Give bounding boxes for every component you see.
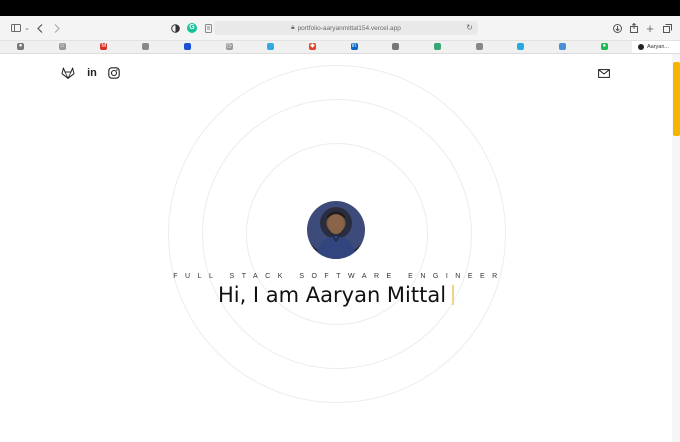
- profile-avatar: [307, 201, 365, 259]
- menu-bar-strip: [0, 0, 680, 16]
- app-icon[interactable]: [559, 43, 567, 50]
- hero-subtitle: FULL STACK SOFTWARE ENGINEER: [173, 273, 505, 280]
- clock-icon[interactable]: ◷: [225, 43, 233, 50]
- lock-icon: 🔒︎: [291, 24, 295, 31]
- linkedin-icon[interactable]: in: [85, 66, 99, 80]
- browser-toolbar: ⌄ G 🔒︎ portfolio-aaryanmittal154.vercel.…: [0, 16, 680, 41]
- app-icon[interactable]: [183, 43, 191, 50]
- profile-photo-icon: [315, 211, 357, 259]
- star-icon[interactable]: ☆: [58, 43, 66, 50]
- spotify-icon[interactable]: ●: [600, 43, 608, 50]
- gmail-icon[interactable]: M: [100, 43, 108, 50]
- mail-icon[interactable]: [597, 66, 611, 80]
- address-bar[interactable]: 🔒︎ portfolio-aaryanmittal154.vercel.app …: [214, 21, 478, 35]
- tab-overview-icon[interactable]: [662, 20, 672, 36]
- back-icon[interactable]: [35, 20, 45, 36]
- circle-icon[interactable]: [267, 43, 275, 50]
- scrollbar-thumb[interactable]: [673, 62, 680, 136]
- linkedin-icon[interactable]: in: [350, 43, 358, 50]
- hero-headline-text: Hi, I am Aaryan Mittal: [217, 283, 447, 307]
- hero-headline: Hi, I am Aaryan Mittal: [0, 283, 672, 307]
- chevron-down-icon[interactable]: ⌄: [23, 20, 31, 36]
- reload-icon[interactable]: ↻: [466, 23, 473, 32]
- app-icon[interactable]: [475, 43, 483, 50]
- download-icon[interactable]: [612, 20, 622, 36]
- typing-caret: [452, 285, 455, 305]
- favorites-bar: ● in ◆ ◷ M ☆ ● Aaryan...: [0, 41, 680, 54]
- shield-icon[interactable]: [170, 20, 180, 36]
- instagram-icon[interactable]: [107, 66, 121, 80]
- url-text: portfolio-aaryanmittal154.vercel.app: [297, 24, 401, 32]
- active-tab[interactable]: Aaryan...: [632, 41, 680, 53]
- gitlab-icon[interactable]: ◆: [308, 43, 316, 50]
- share-icon[interactable]: [629, 20, 639, 36]
- forward-icon[interactable]: [52, 20, 62, 36]
- app-icon[interactable]: [434, 43, 441, 50]
- reader-icon[interactable]: [203, 20, 213, 36]
- gitlab-icon[interactable]: [61, 66, 75, 80]
- sidebar-toggle-icon[interactable]: [9, 20, 23, 36]
- app-icon[interactable]: [392, 43, 400, 50]
- portfolio-page: in FULL STACK SOFTWARE ENGINEER Hi, I am…: [0, 54, 672, 442]
- vercel-icon[interactable]: [517, 43, 525, 50]
- new-tab-icon[interactable]: +: [645, 20, 655, 36]
- grammarly-icon[interactable]: G: [186, 20, 198, 36]
- active-tab-label: Aaryan...: [647, 44, 670, 50]
- globe-icon[interactable]: [142, 43, 150, 50]
- tab-favicon-icon: [638, 44, 644, 50]
- apple-icon[interactable]: ●: [17, 43, 24, 50]
